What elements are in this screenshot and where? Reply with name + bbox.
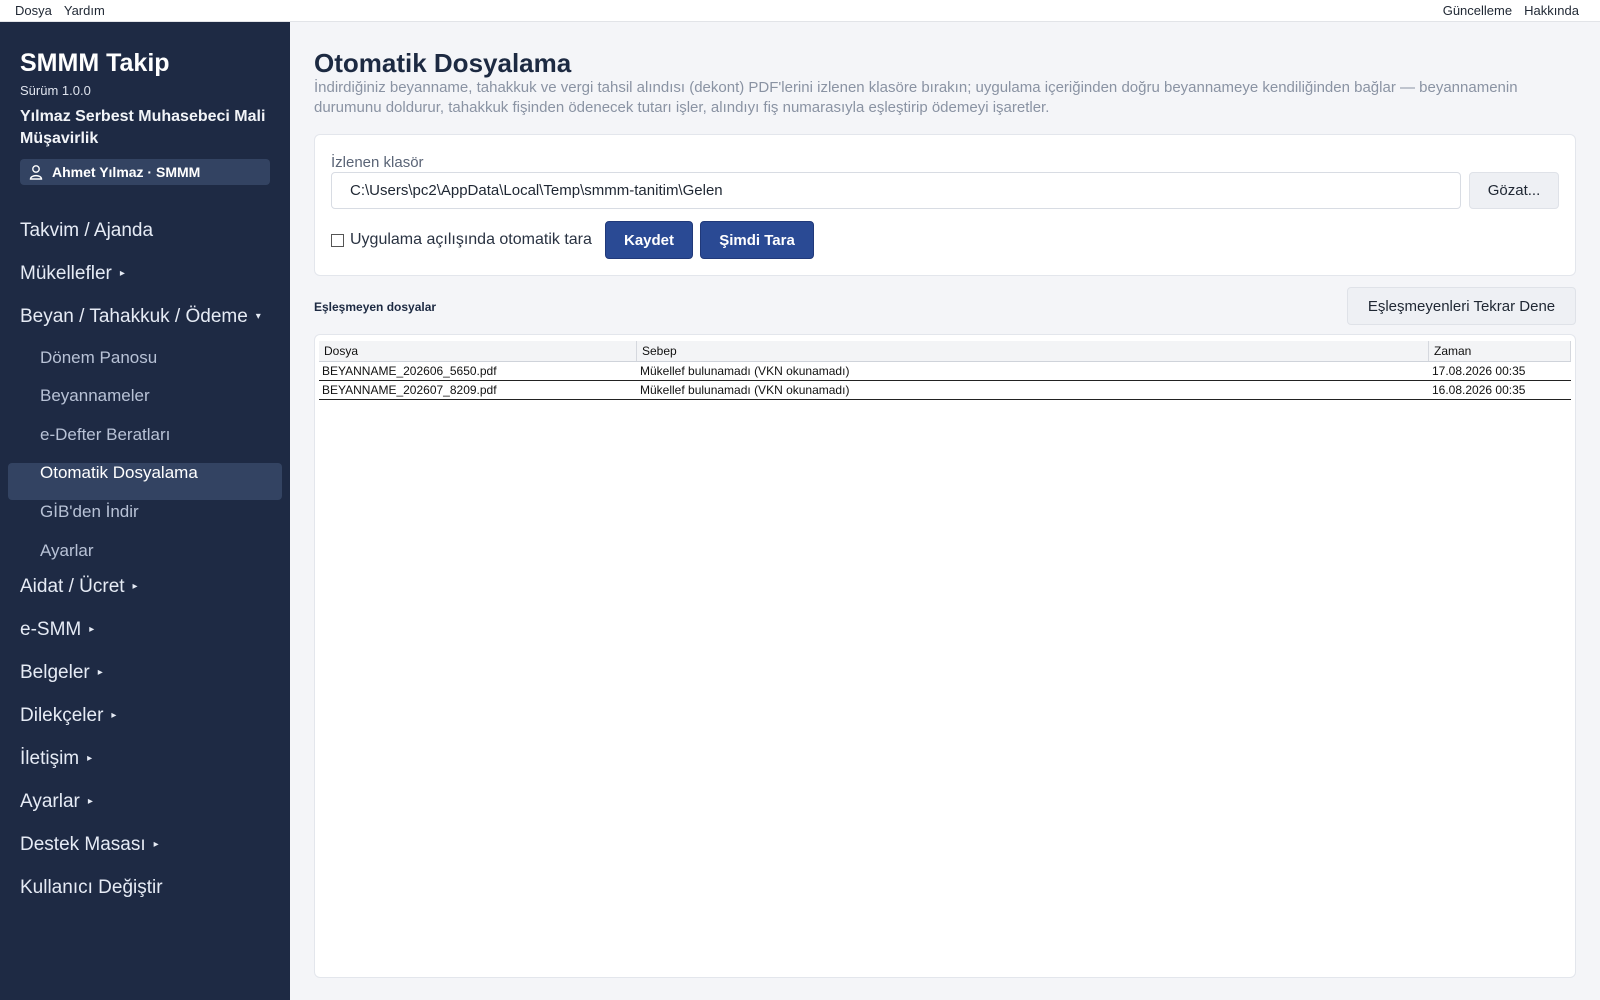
sidebar-subitem-donem-panosu[interactable]: Dönem Panosu bbox=[40, 348, 157, 368]
chevron-right-icon: ▸ bbox=[97, 667, 103, 679]
folder-path-input[interactable] bbox=[331, 172, 1461, 209]
browse-button[interactable]: Gözat... bbox=[1469, 172, 1559, 209]
sidebar-item-label: e-SMM bbox=[20, 619, 82, 640]
sidebar-subitem-gib-indir[interactable]: GİB'den İndir bbox=[40, 502, 139, 522]
user-name: Ahmet Yılmaz · SMMM bbox=[52, 164, 201, 180]
sidebar-item-label: Aidat / Ücret bbox=[20, 576, 125, 597]
sidebar-item-aidat[interactable]: Aidat / Ücret ▸ bbox=[20, 576, 138, 598]
sidebar-item-label: Dilekçeler bbox=[20, 705, 104, 726]
sidebar-item-label: Beyan / Tahakkuk / Ödeme bbox=[20, 306, 248, 327]
menubar: Dosya Yardım Güncelleme Hakkında bbox=[0, 0, 1600, 22]
app-version: Sürüm 1.0.0 bbox=[20, 83, 91, 98]
sidebar-item-beyan[interactable]: Beyan / Tahakkuk / Ödeme ▾ bbox=[20, 306, 261, 328]
user-badge[interactable]: Ahmet Yılmaz · SMMM bbox=[20, 159, 270, 185]
sidebar-item-belgeler[interactable]: Belgeler ▸ bbox=[20, 662, 103, 684]
menu-guncelleme[interactable]: Güncelleme bbox=[1437, 3, 1518, 18]
chevron-right-icon: ▸ bbox=[111, 710, 117, 722]
chevron-down-icon: ▾ bbox=[255, 311, 261, 323]
cell-file: BEYANNAME_202607_8209.pdf bbox=[322, 383, 497, 397]
cell-time: 16.08.2026 00:35 bbox=[1432, 383, 1526, 397]
sidebar-item-label: Destek Masası bbox=[20, 834, 146, 855]
sidebar-item-ayarlar[interactable]: Ayarlar ▸ bbox=[20, 791, 93, 813]
table-header: Dosya Sebep Zaman bbox=[319, 341, 1571, 362]
column-header-dosya[interactable]: Dosya bbox=[319, 341, 637, 361]
sidebar-item-label: Takvim / Ajanda bbox=[20, 220, 154, 241]
menu-yardim[interactable]: Yardım bbox=[58, 3, 111, 18]
cell-reason: Mükellef bulunamadı (VKN okunamadı) bbox=[640, 364, 850, 378]
page-title: Otomatik Dosyalama bbox=[314, 48, 572, 78]
chevron-right-icon: ▸ bbox=[132, 581, 138, 593]
sidebar-subitem-otomatik-dosyalama[interactable]: Otomatik Dosyalama bbox=[40, 463, 198, 483]
sidebar-item-mukellefler[interactable]: Mükellefler ▸ bbox=[20, 263, 125, 285]
app-title: SMMM Takip bbox=[20, 49, 170, 77]
table-row[interactable]: BEYANNAME_202607_8209.pdf Mükellef bulun… bbox=[319, 381, 1571, 400]
sidebar-subitem-edefter[interactable]: e-Defter Beratları bbox=[40, 425, 170, 445]
sidebar: SMMM Takip Sürüm 1.0.0 Yılmaz Serbest Mu… bbox=[0, 22, 290, 1000]
sidebar-item-label: Kullanıcı Değiştir bbox=[20, 877, 163, 898]
folder-settings-card: İzlenen klasör Gözat... Uygulama açılışı… bbox=[314, 134, 1576, 276]
sidebar-item-destek[interactable]: Destek Masası ▸ bbox=[20, 834, 159, 856]
cell-time: 17.08.2026 00:35 bbox=[1432, 364, 1526, 378]
sidebar-item-label: Belgeler bbox=[20, 662, 90, 683]
autoscan-label: Uygulama açılışında otomatik tara bbox=[350, 231, 592, 248]
chevron-right-icon: ▸ bbox=[89, 624, 95, 636]
sidebar-item-esmm[interactable]: e-SMM ▸ bbox=[20, 619, 94, 641]
menu-hakkinda[interactable]: Hakkında bbox=[1518, 3, 1585, 18]
column-header-zaman[interactable]: Zaman bbox=[1429, 341, 1571, 361]
scan-now-button[interactable]: Şimdi Tara bbox=[700, 221, 814, 259]
user-icon bbox=[28, 164, 44, 180]
chevron-right-icon: ▸ bbox=[87, 753, 93, 765]
chevron-right-icon: ▸ bbox=[119, 268, 125, 280]
chevron-right-icon: ▸ bbox=[87, 796, 93, 808]
save-button[interactable]: Kaydet bbox=[605, 221, 693, 259]
sidebar-item-takvim[interactable]: Takvim / Ajanda bbox=[20, 220, 153, 242]
sidebar-subitem-beyannameler[interactable]: Beyannameler bbox=[40, 386, 150, 406]
autoscan-checkbox[interactable] bbox=[331, 233, 344, 247]
menubar-right: Güncelleme Hakkında bbox=[1437, 3, 1585, 18]
sidebar-subitem-ayarlar[interactable]: Ayarlar bbox=[40, 541, 94, 561]
sidebar-item-label: Mükellefler bbox=[20, 263, 112, 284]
retry-unmatched-button[interactable]: Eşleşmeyenleri Tekrar Dene bbox=[1347, 287, 1576, 325]
unmatched-files-title: Eşleşmeyen dosyalar bbox=[314, 300, 437, 314]
autoscan-checkbox-wrap[interactable]: Uygulama açılışında otomatik tara bbox=[331, 231, 592, 249]
unmatched-files-table-card: Dosya Sebep Zaman BEYANNAME_202606_5650.… bbox=[314, 334, 1576, 978]
main-content: Otomatik Dosyalama İndirdiğiniz beyannam… bbox=[290, 22, 1600, 1000]
chevron-right-icon: ▸ bbox=[153, 839, 159, 851]
sidebar-item-dilekceler[interactable]: Dilekçeler ▸ bbox=[20, 705, 116, 727]
sidebar-item-label: Ayarlar bbox=[20, 791, 80, 812]
page-description: İndirdiğiniz beyanname, tahakkuk ve verg… bbox=[314, 79, 1518, 116]
folder-label: İzlenen klasör bbox=[331, 154, 424, 171]
cell-file: BEYANNAME_202606_5650.pdf bbox=[322, 364, 497, 378]
sidebar-item-iletisim[interactable]: İletişim ▸ bbox=[20, 748, 92, 770]
column-header-sebep[interactable]: Sebep bbox=[637, 341, 1429, 361]
unmatched-files-table: Dosya Sebep Zaman BEYANNAME_202606_5650.… bbox=[319, 341, 1571, 400]
cell-reason: Mükellef bulunamadı (VKN okunamadı) bbox=[640, 383, 850, 397]
table-row[interactable]: BEYANNAME_202606_5650.pdf Mükellef bulun… bbox=[319, 362, 1571, 381]
menubar-left: Dosya Yardım bbox=[9, 3, 111, 18]
menu-dosya[interactable]: Dosya bbox=[9, 3, 58, 18]
sidebar-item-kullanici-degistir[interactable]: Kullanıcı Değiştir bbox=[20, 877, 163, 899]
sidebar-item-label: İletişim bbox=[20, 748, 80, 769]
company-name: Yılmaz Serbest Muhasebeci Mali Müşavirli… bbox=[20, 108, 266, 147]
